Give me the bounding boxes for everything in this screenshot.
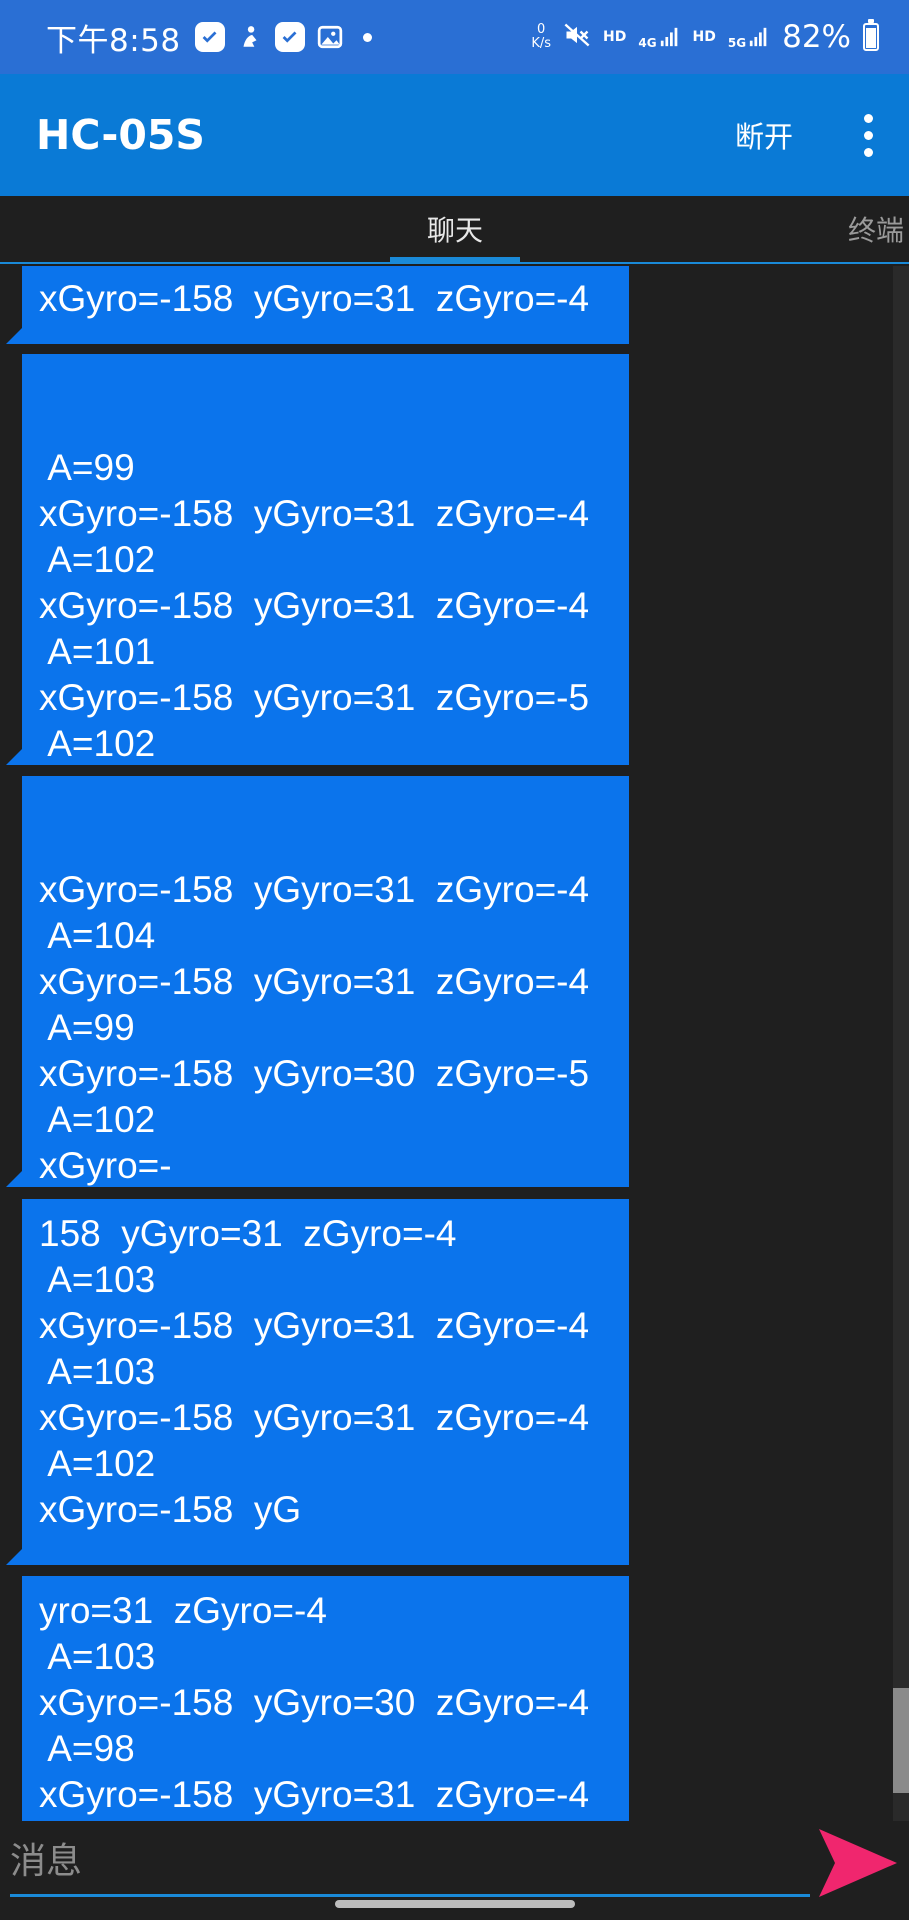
mute-icon [563,21,591,53]
more-vert-icon[interactable] [833,95,903,175]
send-icon[interactable] [817,1827,899,1899]
disconnect-button[interactable]: 断开 [735,114,793,156]
battery-percent: 82% [782,19,851,55]
device-title: HC-05S [36,111,205,159]
scrollbar-track[interactable] [893,266,909,1821]
message-bubble: A=99 xGyro=-158 yGyro=31 zGyro=-4 A=102 … [6,354,629,765]
input-area [0,1821,909,1920]
network-speed: 0 K/s [531,22,551,51]
signal-icon: 5G [728,25,770,49]
hd-badge: HD [603,29,627,45]
notification-icons [194,22,372,52]
image-icon [315,22,345,52]
status-bar: 下午8:58 0 K/s HD 4G HD 5G 82% [0,0,909,74]
checklist-icon [194,22,225,52]
checklist-icon [274,22,305,52]
signal-icon: 4G [638,25,680,49]
message-bubble: yro=31 zGyro=-4 A=103 xGyro=-158 yGyro=3… [22,1576,629,1821]
status-time: 下午8:58 [46,22,181,59]
message-list[interactable]: xGyro=-158 yGyro=31 zGyro=-4 A=99 xGyro=… [0,266,909,1821]
hd-badge: HD [692,29,716,45]
message-bubble: xGyro=-158 yGyro=31 zGyro=-4 [6,266,629,344]
person-icon [235,22,265,52]
message-input[interactable] [10,1829,810,1897]
system-icons: 0 K/s HD 4G HD 5G 82% [531,19,879,55]
message-bubble: 158 yGyro=31 zGyro=-4 A=103 xGyro=-158 y… [6,1199,629,1565]
tab-chat[interactable]: 聊天 [390,196,520,262]
battery-icon [863,19,879,51]
home-indicator [335,1900,575,1908]
app-screen: 下午8:58 0 K/s HD 4G HD 5G 82% HC-05S 断开 聊… [0,0,909,1920]
message-bubble: xGyro=-158 yGyro=31 zGyro=-4 A=104 xGyro… [6,776,629,1187]
tab-terminal[interactable]: 终端 [848,196,909,262]
tab-bar: 聊天 终端 [0,196,909,264]
more-notifications-dot [362,32,372,42]
scrollbar-thumb[interactable] [893,1688,909,1793]
app-bar: HC-05S 断开 [0,74,909,196]
